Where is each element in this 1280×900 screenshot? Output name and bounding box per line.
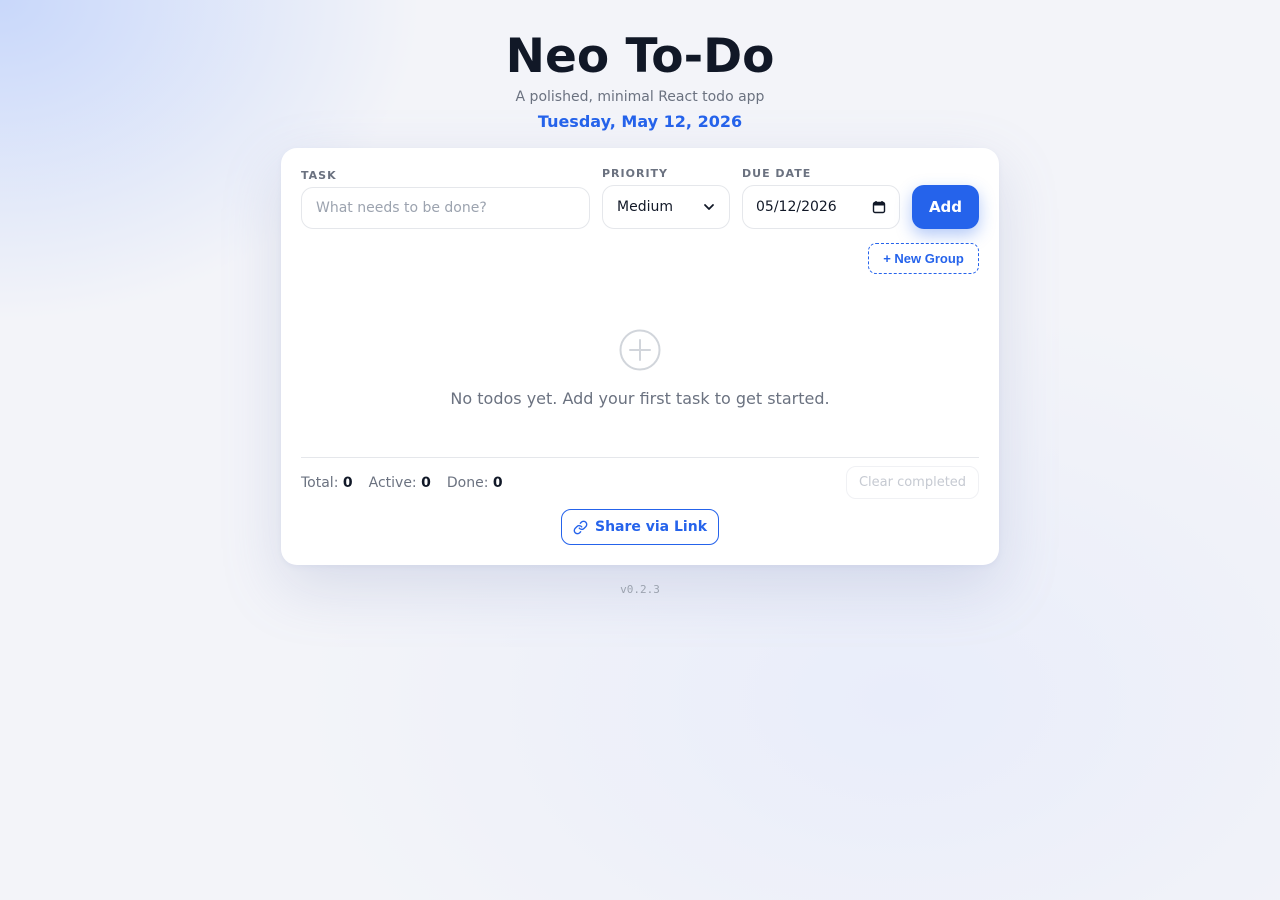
stat-total-value: 0 [342,475,353,491]
stat-active: Active: 0 [369,473,431,493]
app-title: Neo To-Do [505,29,775,84]
task-input[interactable] [301,187,590,229]
stat-total-label: Total: [301,475,339,491]
stat-total: Total: 0 [301,473,353,493]
task-label: TASK [301,169,337,182]
priority-value: Medium [617,199,673,215]
chevron-down-icon [704,204,714,210]
new-group-button[interactable]: + New Group [868,243,979,274]
due-date-label: DUE DATE [742,167,812,180]
current-date: Tuesday, May 12, 2026 [537,112,743,131]
add-button[interactable]: Add [912,185,979,229]
empty-state-message: No todos yet. Add your first task to get… [450,389,830,408]
share-via-link-button[interactable]: Share via Link [561,509,719,545]
priority-select[interactable]: Medium [602,185,730,229]
todo-stats: Total: 0 Active: 0 Done: 0 [301,473,519,493]
priority-label: PRIORITY [602,167,669,180]
calendar-icon[interactable] [872,200,886,214]
stat-done-label: Done: [446,475,489,491]
link-icon [573,520,588,534]
clear-completed-button[interactable]: Clear completed [846,466,979,499]
plus-circle-icon [619,329,661,371]
stat-done-value: 0 [492,475,503,491]
share-button-label: Share via Link [594,519,707,535]
due-date-value: 05/12/2026 [756,199,837,215]
stat-active-label: Active: [368,475,417,491]
stat-active-value: 0 [421,475,431,491]
divider [301,457,979,458]
app-subtitle: A polished, minimal React todo app [515,89,765,105]
app-version: v0.2.3 [620,583,660,596]
due-date-input[interactable]: 05/12/2026 [742,185,900,229]
stat-done: Done: 0 [447,473,503,493]
todo-card: TASK PRIORITY Medium DUE DATE 05/12/2026… [281,148,999,565]
